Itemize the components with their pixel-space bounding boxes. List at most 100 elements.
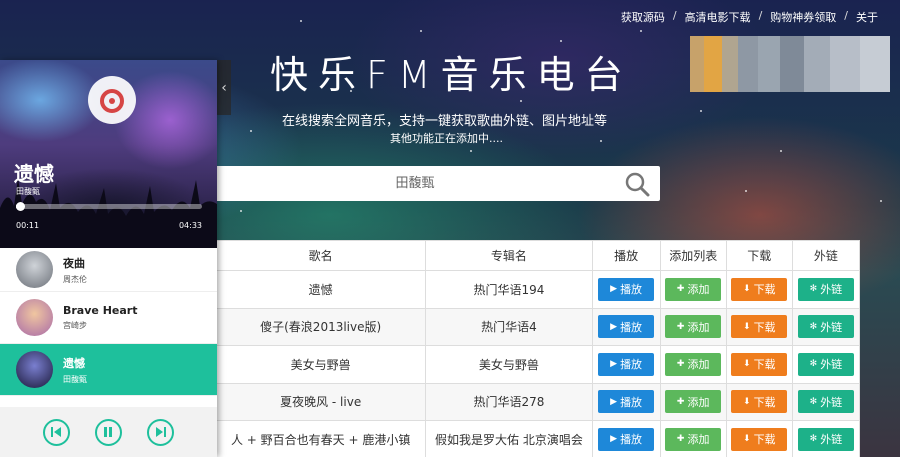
nav-link-coupons[interactable]: 购物神券领取 xyxy=(770,9,836,25)
play-icon: ▶ xyxy=(610,396,618,407)
add-cell: ✚ 添加 xyxy=(659,420,727,457)
external-link-button-label: 外链 xyxy=(820,320,843,334)
add-to-list-button-label: 添加 xyxy=(687,283,710,297)
download-button-label: 下载 xyxy=(753,433,776,447)
download-button[interactable]: ⬇ 下载 xyxy=(731,315,788,339)
album-name-cell: 热门华语278 xyxy=(425,382,593,421)
table-header-row: 歌名 专辑名 播放 添加列表 下载 外链 xyxy=(214,240,861,271)
add-to-list-button[interactable]: ✚ 添加 xyxy=(665,352,722,376)
header-external: 外链 xyxy=(791,240,861,271)
search-icon[interactable] xyxy=(624,171,650,197)
play-button-label: 播放 xyxy=(620,358,643,372)
download-button[interactable]: ⬇ 下载 xyxy=(731,352,788,376)
play-icon: ▶ xyxy=(610,321,618,332)
external-link-button[interactable]: ✻ 外链 xyxy=(797,352,854,376)
download-icon: ⬇ xyxy=(743,321,751,332)
nav-link-source[interactable]: 获取源码 xyxy=(621,9,665,25)
music-player: 遗憾 田馥甄 00:11 04:33 夜曲 周杰伦 Brave Heart 宫崎… xyxy=(0,60,217,457)
track-thumbnail xyxy=(16,299,53,336)
external-link-button[interactable]: ✻ 外链 xyxy=(797,277,854,301)
external-cell: ✻ 外链 xyxy=(791,382,861,421)
play-button[interactable]: ▶ 播放 xyxy=(598,427,655,451)
play-button[interactable]: ▶ 播放 xyxy=(598,315,655,339)
download-button-label: 下载 xyxy=(753,395,776,409)
link-icon: ✻ xyxy=(809,396,818,407)
search-input[interactable] xyxy=(215,166,615,201)
progress-bar[interactable] xyxy=(15,202,202,211)
previous-button[interactable] xyxy=(42,418,70,446)
playlist-item[interactable]: Brave Heart 宫崎步 xyxy=(0,292,217,344)
play-button[interactable]: ▶ 播放 xyxy=(598,352,655,376)
progress-knob[interactable] xyxy=(15,202,25,211)
external-link-button-label: 外链 xyxy=(820,433,843,447)
plus-icon: ✚ xyxy=(676,434,685,445)
add-to-list-button[interactable]: ✚ 添加 xyxy=(665,277,722,301)
nav-link-movies[interactable]: 高清电影下载 xyxy=(685,9,751,25)
download-button[interactable]: ⬇ 下载 xyxy=(731,277,788,301)
add-cell: ✚ 添加 xyxy=(659,382,727,421)
pause-button[interactable] xyxy=(94,418,122,446)
site-subtitle: 在线搜索全网音乐，支持一键获取歌曲外链、图片地址等 xyxy=(282,114,608,129)
nav-separator: / xyxy=(672,9,677,22)
album-name-cell: 假如我是罗大佑 北京演唱会 xyxy=(425,420,593,457)
next-button[interactable] xyxy=(147,418,175,446)
play-button-label: 播放 xyxy=(620,320,643,334)
external-link-button-label: 外链 xyxy=(820,283,843,297)
skip-previous-icon xyxy=(51,427,62,437)
external-cell: ✻ 外链 xyxy=(791,307,861,346)
table-row: 遗憾 热门华语194 ▶ 播放 ✚ 添加 ⬇ 下载 ✻ 外链 xyxy=(214,270,861,309)
link-icon: ✻ xyxy=(809,284,818,295)
external-link-button[interactable]: ✻ 外链 xyxy=(797,390,854,414)
download-cell: ⬇ 下载 xyxy=(725,382,793,421)
time-total: 04:33 xyxy=(178,221,202,230)
add-to-list-button[interactable]: ✚ 添加 xyxy=(665,315,722,339)
playlist-item[interactable]: 夜曲 周杰伦 xyxy=(0,248,217,292)
playlist-item-active[interactable]: 遗憾 田馥甄 xyxy=(0,344,217,396)
add-to-list-button-label: 添加 xyxy=(687,320,710,334)
add-to-list-button[interactable]: ✚ 添加 xyxy=(665,390,722,414)
play-button-label: 播放 xyxy=(620,283,643,297)
play-icon: ▶ xyxy=(610,359,618,370)
add-to-list-button-label: 添加 xyxy=(687,358,710,372)
play-button[interactable]: ▶ 播放 xyxy=(598,277,655,301)
song-name-cell: 遗憾 xyxy=(214,270,427,309)
add-to-list-button[interactable]: ✚ 添加 xyxy=(665,427,722,451)
skip-next-icon xyxy=(155,427,166,437)
external-cell: ✻ 外链 xyxy=(791,345,861,384)
header-download: 下载 xyxy=(725,240,793,271)
external-link-button[interactable]: ✻ 外链 xyxy=(797,427,854,451)
nav-link-about[interactable]: 关于 xyxy=(856,9,878,25)
header-album: 专辑名 xyxy=(425,240,593,271)
nav-separator: / xyxy=(758,9,763,22)
add-cell: ✚ 添加 xyxy=(659,307,727,346)
download-button[interactable]: ⬇ 下载 xyxy=(731,427,788,451)
download-button-label: 下载 xyxy=(753,283,776,297)
plus-icon: ✚ xyxy=(676,284,685,295)
external-link-button[interactable]: ✻ 外链 xyxy=(797,315,854,339)
plus-icon: ✚ xyxy=(676,321,685,332)
table-row: 人 + 野百合也有春天 + 鹿港小镇 假如我是罗大佑 北京演唱会 ▶ 播放 ✚ 添加 ⬇ 下载… xyxy=(214,420,861,457)
download-icon: ⬇ xyxy=(743,396,751,407)
nav-separator: / xyxy=(844,9,848,22)
play-button-label: 播放 xyxy=(620,433,643,447)
header-song: 歌名 xyxy=(214,240,427,271)
song-name-cell: 人 + 野百合也有春天 + 鹿港小镇 xyxy=(214,420,427,457)
header-add: 添加列表 xyxy=(659,240,727,271)
add-cell: ✚ 添加 xyxy=(659,345,727,384)
now-playing-title: 遗憾 xyxy=(14,162,54,186)
play-cell: ▶ 播放 xyxy=(591,382,661,421)
download-cell: ⬇ 下载 xyxy=(725,345,793,384)
link-icon: ✻ xyxy=(809,434,818,445)
download-button-label: 下载 xyxy=(753,320,776,334)
album-name-cell: 美女与野兽 xyxy=(425,345,593,384)
download-button-label: 下载 xyxy=(753,358,776,372)
play-button[interactable]: ▶ 播放 xyxy=(598,390,655,414)
download-button[interactable]: ⬇ 下载 xyxy=(731,390,788,414)
table-row: 美女与野兽 美女与野兽 ▶ 播放 ✚ 添加 ⬇ 下载 ✻ 外链 xyxy=(214,345,861,384)
netease-logo-icon xyxy=(88,76,136,124)
download-cell: ⬇ 下载 xyxy=(725,307,793,346)
collapse-player-button[interactable]: ‹ xyxy=(217,60,231,115)
track-artist: 田馥甄 xyxy=(63,374,87,384)
add-cell: ✚ 添加 xyxy=(659,270,727,309)
search-bar xyxy=(215,166,660,201)
